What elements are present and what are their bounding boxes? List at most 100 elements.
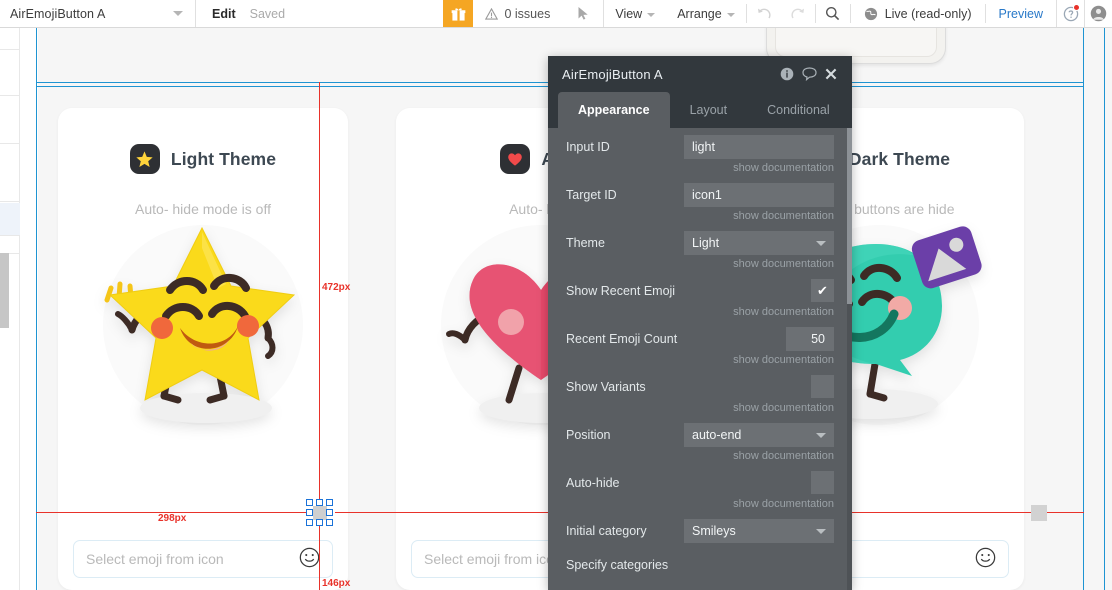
guide-vertical-upper [319,82,320,512]
heart-emoji-icon [500,144,531,174]
handle-bottom-left[interactable] [306,519,313,526]
info-icon[interactable] [776,67,798,81]
handle-middle-right[interactable] [326,509,333,516]
field-row-show-variants: Show Variants show documentation [548,368,852,416]
show-documentation-link[interactable]: show documentation [733,402,834,414]
chevron-down-icon [816,433,826,438]
tab-appearance[interactable]: Appearance [558,92,670,128]
initial-category-select[interactable]: Smileys [684,519,834,543]
card-character [58,200,348,450]
field-label: Show Recent Emoji [566,284,676,298]
close-icon[interactable] [820,68,842,80]
view-menu[interactable]: View [604,0,666,27]
properties-panel[interactable]: AirEmojiButton A Appearance Layout Condi… [548,56,852,590]
star-character-3d [104,226,296,423]
field-row-auto-hide: Auto-hide show documentation [548,464,852,512]
preview-label: Preview [998,6,1043,21]
auto-hide-checkbox[interactable] [811,471,834,494]
handle-bottom-right[interactable] [326,519,333,526]
smiley-face-icon[interactable] [975,547,996,572]
emoji-input-placeholder: Select emoji from icon [86,551,224,567]
top-toolbar: AirEmojiButton A Edit Saved 0 issues Vie… [0,0,1112,28]
field-row-recent-emoji-count: Recent Emoji Count 50 show documentation [548,320,852,368]
placeholder-element[interactable] [1031,505,1047,521]
handle-middle-left[interactable] [306,509,313,516]
warning-icon [485,7,499,20]
gutter-scrollbar-thumb[interactable] [0,253,9,328]
left-gutter [0,28,20,590]
smiley-face-icon[interactable] [299,547,320,572]
handle-bottom-center[interactable] [316,519,323,526]
field-label: Theme [566,236,605,250]
theme-select-value: Light [692,236,720,250]
show-documentation-link[interactable]: show documentation [733,450,834,462]
position-select[interactable]: auto-end [684,423,834,447]
help-button[interactable] [1056,0,1084,27]
app-selector[interactable]: AirEmojiButton A [0,0,196,27]
field-row-theme: Theme Light show documentation [548,224,852,272]
panel-tabs[interactable]: Appearance Layout Conditional [548,92,852,128]
selection-handles[interactable] [306,499,334,527]
panel-scrollbar[interactable] [847,128,852,590]
theme-select[interactable]: Light [684,231,834,255]
avatar[interactable] [1084,0,1112,27]
measurement-label-298: 298px [158,513,187,524]
handle-top-left[interactable] [306,499,313,506]
user-avatar-icon [1090,5,1107,22]
field-label: Show Variants [566,380,646,394]
show-recent-emoji-checkbox[interactable]: ✔ [811,279,834,302]
edit-button[interactable]: Edit [212,7,236,21]
tab-layout[interactable]: Layout [670,92,748,128]
live-mode-button[interactable]: Live (read-only) [851,0,985,27]
show-documentation-link[interactable]: show documentation [733,162,834,174]
arrange-menu[interactable]: Arrange [666,0,745,27]
show-documentation-link[interactable]: show documentation [733,354,834,366]
card-title: Light Theme [170,148,277,169]
show-documentation-link[interactable]: show documentation [733,498,834,510]
field-label: Auto-hide [566,476,620,490]
show-documentation-link[interactable]: show documentation [733,258,834,270]
show-documentation-link[interactable]: show documentation [733,210,834,222]
panel-title-label: AirEmojiButton A [562,66,663,82]
selected-element[interactable] [313,506,327,520]
star-emoji-icon [129,144,160,174]
live-mode-label: Live (read-only) [884,6,972,21]
panel-scrollbar-thumb[interactable] [847,128,852,304]
input-id-field[interactable]: light [684,135,834,159]
field-row-target-id: Target ID icon1 show documentation [548,176,852,224]
redo-button[interactable] [781,0,815,27]
field-row-show-recent-emoji: Show Recent Emoji ✔ show documentation [548,272,852,320]
panel-title-bar: AirEmojiButton A [548,56,852,92]
measurement-label-146: 146px [322,578,351,589]
comment-icon[interactable] [798,67,820,81]
show-variants-checkbox[interactable] [811,375,834,398]
field-label: Input ID [566,140,610,154]
position-select-value: auto-end [692,428,742,442]
field-label: Recent Emoji Count [566,332,678,346]
gift-icon[interactable] [443,0,474,27]
target-id-field[interactable]: icon1 [684,183,834,207]
chevron-down-icon [726,12,735,17]
cursor-tool-button[interactable] [564,0,605,27]
page-right-boundary [1083,28,1084,590]
globe-icon [864,7,877,20]
page-outer-boundary [1104,28,1105,590]
tab-conditional[interactable]: Conditional [747,92,850,128]
handle-top-right[interactable] [326,499,333,506]
recent-emoji-count-field[interactable]: 50 [786,327,834,351]
panel-fields: Input ID light show documentation Target… [548,128,852,590]
cursor-arrow-icon [578,7,589,20]
undo-button[interactable] [747,0,781,27]
search-button[interactable] [816,0,850,27]
field-label: Initial category [566,524,647,538]
emoji-input-light[interactable]: Select emoji from icon [73,540,333,578]
issues-indicator[interactable]: 0 issues [473,0,564,27]
handle-top-center[interactable] [316,499,323,506]
show-documentation-link[interactable]: show documentation [733,306,834,318]
field-row-specify-categories: Specify categories [548,552,852,584]
card-light-theme[interactable]: Light Theme Auto- hide mode is off Selec… [58,108,348,590]
field-label: Position [566,428,611,442]
chevron-down-icon [816,241,826,246]
preview-button[interactable]: Preview [986,0,1056,27]
